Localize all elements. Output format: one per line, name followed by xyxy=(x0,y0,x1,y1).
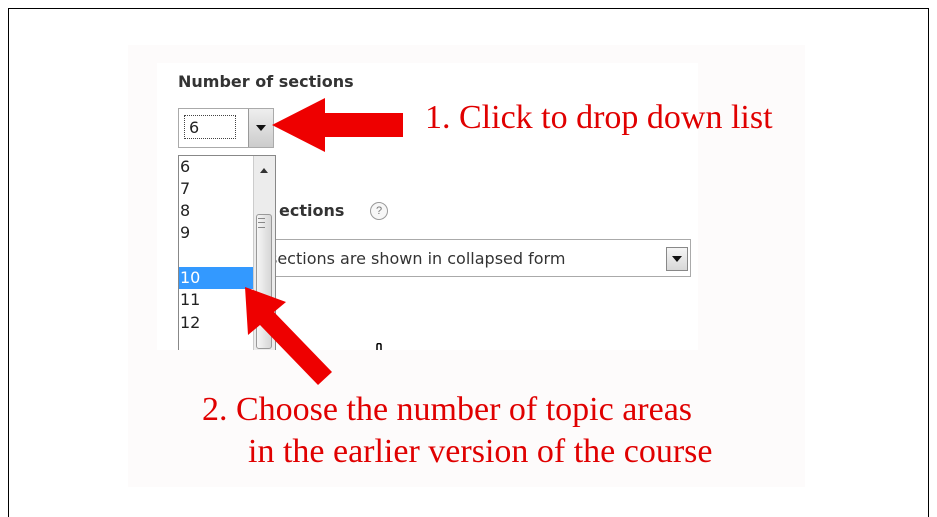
arrow-2 xyxy=(245,287,332,385)
annotation-step-1: 1. Click to drop down list xyxy=(425,99,773,136)
annotation-step-2: 2. Choose the number of topic areas in t… xyxy=(202,389,712,473)
annotation-step-2-line-1: 2. Choose the number of topic areas xyxy=(202,391,693,428)
arrow-1 xyxy=(272,98,403,152)
annotation-step-2-line-2: in the earlier version of the course xyxy=(248,433,713,470)
